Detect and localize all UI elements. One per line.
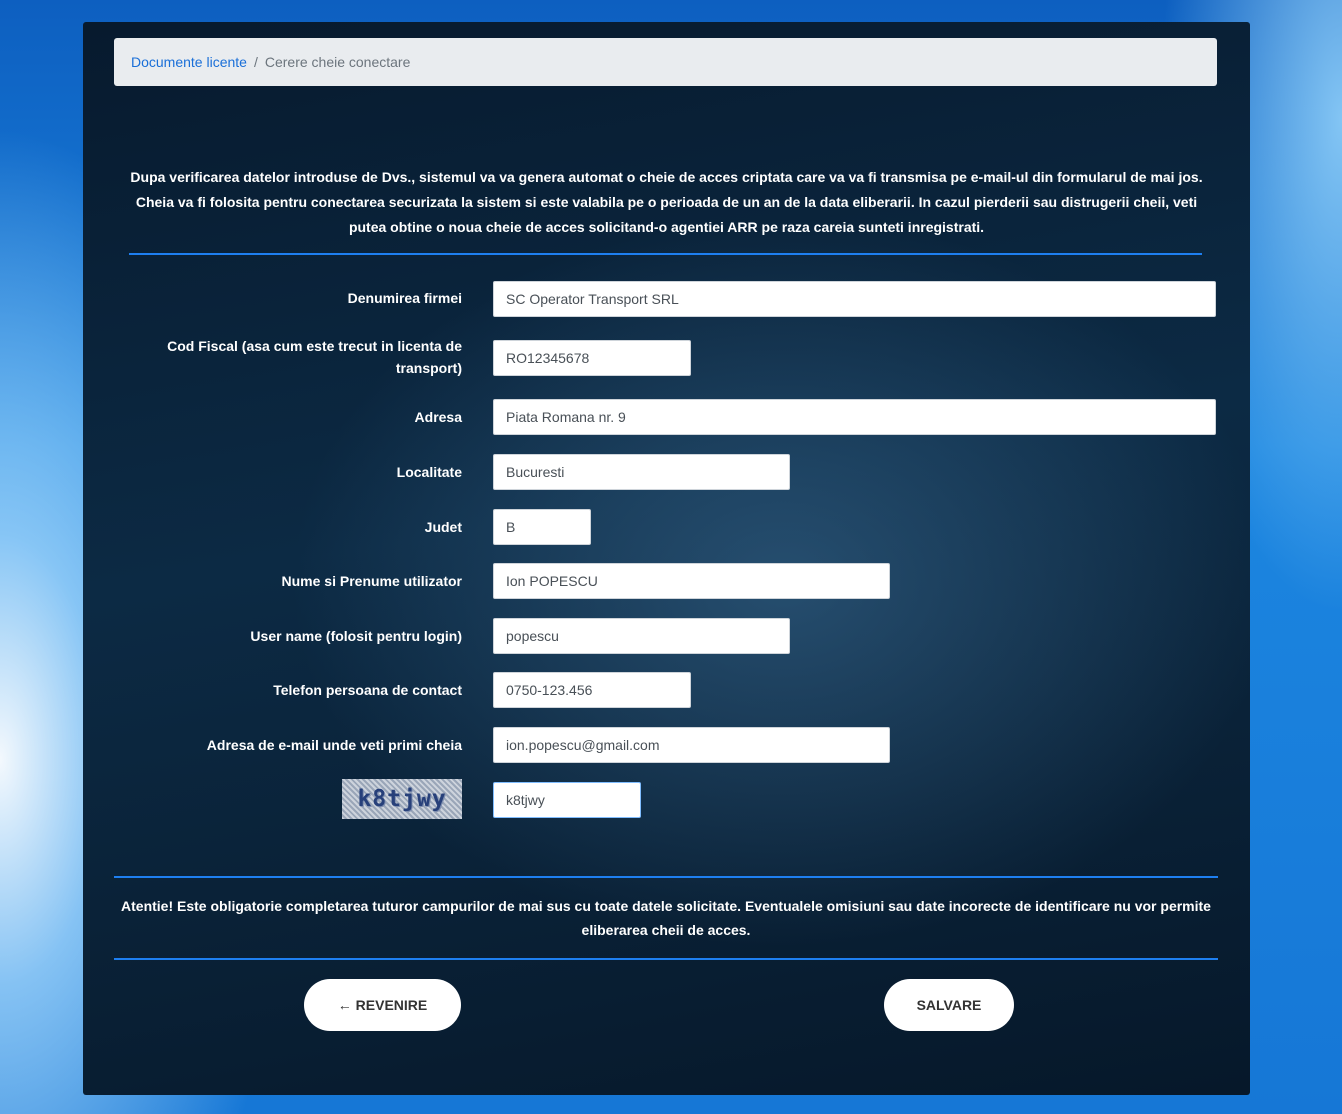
label-adresa: Adresa — [414, 409, 462, 425]
email-input[interactable] — [493, 727, 890, 763]
label-denumire: Denumirea firmei — [347, 290, 462, 306]
divider-bottom — [114, 958, 1218, 960]
telefon-input[interactable] — [493, 672, 691, 708]
label-nume: Nume si Prenume utilizator — [281, 573, 462, 589]
nume-input[interactable] — [493, 563, 890, 599]
divider-middle — [114, 876, 1218, 878]
label-email: Adresa de e-mail unde veti primi cheia — [206, 737, 462, 753]
cod-fiscal-input[interactable] — [493, 340, 691, 376]
adresa-input[interactable] — [493, 399, 1216, 435]
captcha-text: k8tjwy — [357, 786, 447, 812]
breadcrumb: Documente licente / Cerere cheie conecta… — [114, 38, 1217, 86]
judet-input[interactable] — [493, 509, 591, 545]
warning-text: Atentie! Este obligatorie completarea tu… — [121, 898, 1211, 938]
captcha-input[interactable] — [493, 782, 641, 818]
back-button[interactable]: ← REVENIRE — [304, 979, 461, 1031]
form-panel: Documente licente / Cerere cheie conecta… — [83, 22, 1250, 1095]
label-localitate: Localitate — [396, 464, 462, 480]
label-judet: Judet — [424, 519, 462, 535]
captcha-image: k8tjwy — [342, 779, 462, 819]
denumire-input[interactable] — [493, 281, 1216, 317]
save-button[interactable]: SALVARE — [884, 979, 1014, 1031]
label-telefon: Telefon persoana de contact — [273, 682, 462, 698]
divider-top — [129, 253, 1202, 255]
localitate-input[interactable] — [493, 454, 790, 490]
intro-text: Dupa verificarea datelor introduse de Dv… — [130, 169, 1203, 235]
label-username: User name (folosit pentru login) — [250, 628, 462, 644]
breadcrumb-separator: / — [253, 54, 258, 70]
label-cod-fiscal: Cod Fiscal (asa cum este trecut in licen… — [167, 338, 462, 376]
breadcrumb-current: Cerere cheie conectare — [264, 54, 411, 70]
username-input[interactable] — [493, 618, 790, 654]
breadcrumb-link-documente[interactable]: Documente licente — [131, 54, 247, 70]
